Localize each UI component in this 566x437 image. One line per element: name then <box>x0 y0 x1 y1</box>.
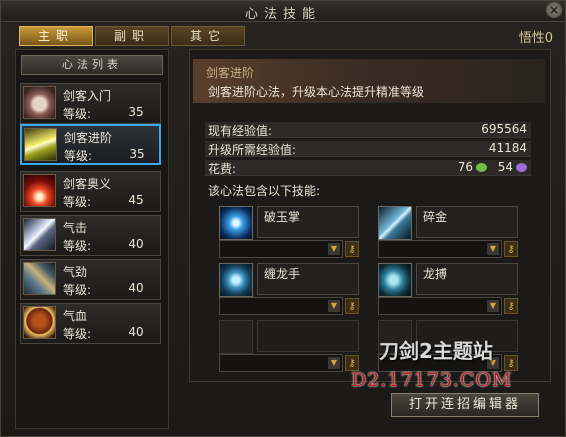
item-name: 气劲 <box>63 265 88 279</box>
green-gem-icon <box>476 163 487 172</box>
item-name: 气血 <box>63 309 88 323</box>
blade-strike-icon <box>23 218 56 251</box>
skill-slot[interactable]: 缠龙手 ▼ ⚷ <box>219 263 359 315</box>
skill-key-select[interactable]: ▼ <box>219 240 343 258</box>
level-label: 等级: <box>63 239 92 253</box>
contained-skills-label: 该心法包含以下技能: <box>208 184 321 198</box>
item-level: 35 <box>129 147 145 161</box>
skill-name: 碎金 <box>416 206 518 238</box>
palm-icon <box>219 206 253 240</box>
chevron-down-icon[interactable]: ▼ <box>328 357 340 369</box>
skill-window: 心法技能 × 主职 副职 其它 悟性0 心法列表 剑客入门 等级: 35 剑客进… <box>0 0 566 437</box>
item-name: 气击 <box>63 221 88 235</box>
skill-name: 缠龙手 <box>257 263 359 295</box>
tab-main-job[interactable]: 主职 <box>19 26 93 46</box>
sword-beam-icon <box>24 128 57 161</box>
key-icon[interactable]: ⚷ <box>345 298 359 314</box>
item-name: 剑客进阶 <box>64 131 113 145</box>
item-name: 剑客奥义 <box>63 177 112 191</box>
skill-key-select[interactable]: ▼ <box>219 354 343 372</box>
cost-green-value: 76 <box>457 160 473 174</box>
item-name: 剑客入门 <box>63 89 112 103</box>
item-level: 40 <box>128 281 144 295</box>
level-label: 等级: <box>63 195 92 209</box>
warrior-face-icon <box>23 306 56 339</box>
skill-slot: ▼ ⚷ <box>219 320 359 372</box>
level-label: 等级: <box>64 149 93 163</box>
skill-name <box>257 320 359 352</box>
skill-key-select[interactable]: ▼ <box>378 297 502 315</box>
skill-name: 破玉掌 <box>257 206 359 238</box>
list-item[interactable]: 气劲 等级: 40 <box>20 259 161 300</box>
open-combo-editor-button[interactable]: 打开连招编辑器 <box>391 393 539 417</box>
need-exp-row: 升级所需经验值: 41184 <box>205 141 531 157</box>
list-header: 心法列表 <box>21 55 163 75</box>
title-bar[interactable]: 心法技能 × <box>1 1 565 22</box>
cost-purple-value: 54 <box>497 160 513 174</box>
watermark-title: 刀剑2主题站 <box>379 339 493 363</box>
exp-row: 现有经验值: 695564 <box>205 122 531 138</box>
need-exp-label: 升级所需经验值: <box>208 143 297 157</box>
exp-value: 695564 <box>481 122 527 136</box>
close-button[interactable]: × <box>546 2 562 18</box>
cost-row: 花费: 76 54 <box>205 160 531 176</box>
hammer-icon <box>23 262 56 295</box>
burst-icon <box>23 174 56 207</box>
list-item[interactable]: 剑客奥义 等级: 45 <box>20 171 161 212</box>
key-icon[interactable]: ⚷ <box>504 298 518 314</box>
exp-label: 现有经验值: <box>208 124 273 138</box>
skill-slot[interactable]: 龙搏 ▼ ⚷ <box>378 263 518 315</box>
skill-key-select[interactable]: ▼ <box>219 297 343 315</box>
window-title: 心法技能 <box>244 7 321 22</box>
chevron-down-icon[interactable]: ▼ <box>487 300 499 312</box>
empty-slot-icon <box>219 320 253 354</box>
dragon-icon <box>378 263 412 297</box>
cost-label: 花费: <box>208 162 237 176</box>
item-level: 35 <box>128 105 144 119</box>
purple-gem-icon <box>516 163 527 172</box>
chevron-down-icon[interactable]: ▼ <box>487 243 499 255</box>
wuxing-value: 悟性0 <box>518 31 553 46</box>
skill-slot[interactable]: 破玉掌 ▼ ⚷ <box>219 206 359 258</box>
list-item[interactable]: 剑客入门 等级: 35 <box>20 83 161 124</box>
skill-slot[interactable]: 碎金 ▼ ⚷ <box>378 206 518 258</box>
detail-title: 剑客进阶 <box>206 66 255 80</box>
list-item[interactable]: 气击 等级: 40 <box>20 215 161 256</box>
item-level: 40 <box>128 237 144 251</box>
cross-blades-icon <box>378 206 412 240</box>
item-level: 45 <box>128 193 144 207</box>
list-item[interactable]: 气血 等级: 40 <box>20 303 161 344</box>
level-label: 等级: <box>63 283 92 297</box>
level-label: 等级: <box>63 107 92 121</box>
tab-other[interactable]: 其它 <box>171 26 245 46</box>
need-exp-value: 41184 <box>488 141 527 155</box>
whirl-icon <box>219 263 253 297</box>
key-icon[interactable]: ⚷ <box>345 241 359 257</box>
level-label: 等级: <box>63 327 92 341</box>
skill-name: 龙搏 <box>416 263 518 295</box>
chevron-down-icon[interactable]: ▼ <box>328 243 340 255</box>
key-icon[interactable]: ⚷ <box>504 241 518 257</box>
fist-icon <box>23 86 56 119</box>
skill-key-select[interactable]: ▼ <box>378 240 502 258</box>
list-item[interactable]: 剑客进阶 等级: 35 <box>20 124 161 165</box>
detail-description: 剑客进阶心法，升级本心法提升精准等级 <box>208 85 425 99</box>
tab-sub-job[interactable]: 副职 <box>95 26 169 46</box>
chevron-down-icon[interactable]: ▼ <box>328 300 340 312</box>
item-level: 40 <box>128 325 144 339</box>
watermark-url: D2.17173.COM <box>351 369 513 391</box>
